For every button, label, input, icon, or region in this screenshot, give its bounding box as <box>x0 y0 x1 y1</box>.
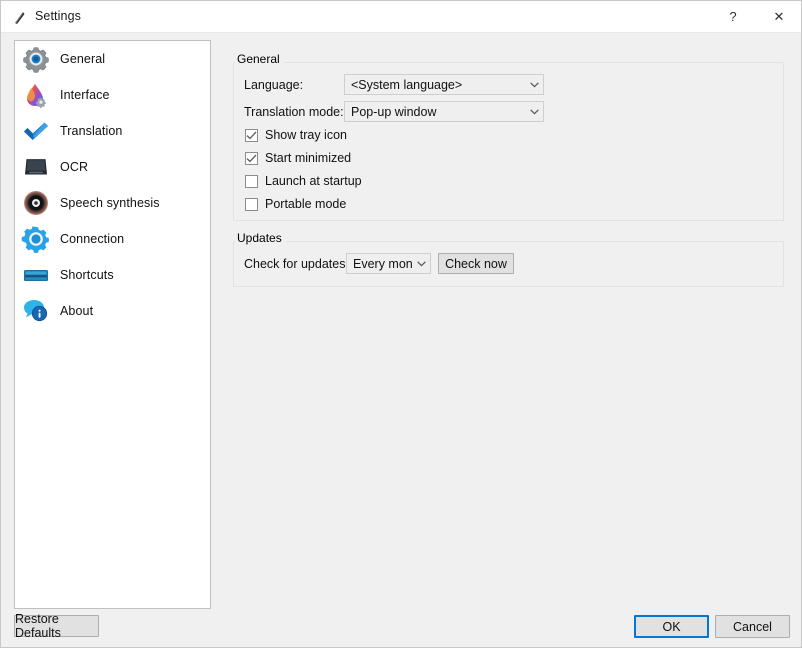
keyboard-icon <box>21 260 51 290</box>
sidebar-item-speech-synthesis[interactable]: Speech synthesis <box>15 185 210 221</box>
updates-group: Updates Check for updates: Every month C… <box>233 231 784 287</box>
cancel-button[interactable]: Cancel <box>715 615 790 638</box>
checkbox-box <box>245 151 258 165</box>
checkbox-label: Show tray icon <box>265 128 347 142</box>
sidebar-item-label: Interface <box>60 88 110 102</box>
window-title: Settings <box>35 9 81 23</box>
sidebar-item-connection[interactable]: Connection <box>15 221 210 257</box>
start-minimized-checkbox[interactable]: Start minimized <box>245 151 351 165</box>
settings-window: Settings ? ✕ General Interface Translati… <box>0 0 802 648</box>
sidebar-item-label: Connection <box>60 232 125 246</box>
chevron-down-icon <box>412 260 430 267</box>
checkbox-box <box>245 197 258 211</box>
general-group-title: General <box>235 52 284 66</box>
update-interval-combobox[interactable]: Every month <box>346 253 431 274</box>
ok-button[interactable]: OK <box>634 615 709 638</box>
info-bubble-icon <box>21 296 51 326</box>
sidebar-item-label: General <box>60 52 106 66</box>
help-button[interactable]: ? <box>710 1 756 32</box>
sidebar-item-label: Speech synthesis <box>60 196 160 210</box>
checkbox-label: Launch at startup <box>265 174 362 188</box>
launch-at-startup-checkbox[interactable]: Launch at startup <box>245 174 362 188</box>
translation-mode-combobox[interactable]: Pop-up window <box>344 101 544 122</box>
checkbox-box <box>245 128 258 142</box>
language-value: <System language> <box>351 77 463 92</box>
checkmark-icon <box>246 131 257 139</box>
sidebar-item-general[interactable]: General <box>15 41 210 77</box>
close-icon: ✕ <box>773 8 785 24</box>
restore-defaults-label: Restore Defaults <box>15 612 61 640</box>
show-tray-icon-checkbox[interactable]: Show tray icon <box>245 128 347 142</box>
scanner-icon <box>21 152 51 182</box>
checkmark-icon <box>246 154 257 162</box>
sidebar-item-about[interactable]: About <box>15 293 210 329</box>
sidebar-item-label: About <box>60 304 94 318</box>
check-for-updates-label: Check for updates: <box>244 257 349 271</box>
check-now-label: Check now <box>445 256 507 271</box>
close-button[interactable]: ✕ <box>756 1 801 32</box>
restore-defaults-button[interactable]: Restore Defaults <box>14 612 99 640</box>
paint-drop-icon <box>21 80 51 110</box>
settings-category-list[interactable]: General Interface Translation OCR Speech… <box>14 40 211 609</box>
checkbox-box <box>245 174 258 188</box>
blue-checkmark-icon <box>21 116 51 146</box>
chevron-down-icon <box>525 108 543 115</box>
settings-content-pane: General Language: <System language> Tran… <box>222 40 790 609</box>
translation-mode-value: Pop-up window <box>351 104 437 119</box>
sidebar-item-translation[interactable]: Translation <box>15 113 210 149</box>
language-combobox[interactable]: <System language> <box>344 74 544 95</box>
sidebar-item-shortcuts[interactable]: Shortcuts <box>15 257 210 293</box>
gear-icon <box>21 44 51 74</box>
checkbox-label: Portable mode <box>265 197 347 211</box>
sidebar-item-interface[interactable]: Interface <box>15 77 210 113</box>
portable-mode-checkbox[interactable]: Portable mode <box>245 197 346 211</box>
cancel-label: Cancel <box>733 619 772 634</box>
checkbox-label: Start minimized <box>265 151 352 165</box>
sidebar-item-label: Translation <box>60 124 123 138</box>
translation-mode-label: Translation mode: <box>244 105 344 119</box>
sidebar-item-label: Shortcuts <box>60 268 114 282</box>
blue-gear-icon <box>21 224 51 254</box>
app-icon <box>12 10 28 26</box>
sidebar-item-label: OCR <box>60 160 89 174</box>
language-label: Language: <box>244 78 304 92</box>
update-interval-value: Every month <box>353 256 412 271</box>
updates-group-title: Updates <box>235 231 286 245</box>
chevron-down-icon <box>525 81 543 88</box>
general-group: General Language: <System language> Tran… <box>233 52 784 221</box>
speaker-disc-icon <box>21 188 51 218</box>
sidebar-item-ocr[interactable]: OCR <box>15 149 210 185</box>
title-bar: Settings ? ✕ <box>1 1 801 33</box>
ok-label: OK <box>662 619 681 634</box>
question-mark-icon: ? <box>729 9 737 24</box>
check-now-button[interactable]: Check now <box>438 253 514 274</box>
